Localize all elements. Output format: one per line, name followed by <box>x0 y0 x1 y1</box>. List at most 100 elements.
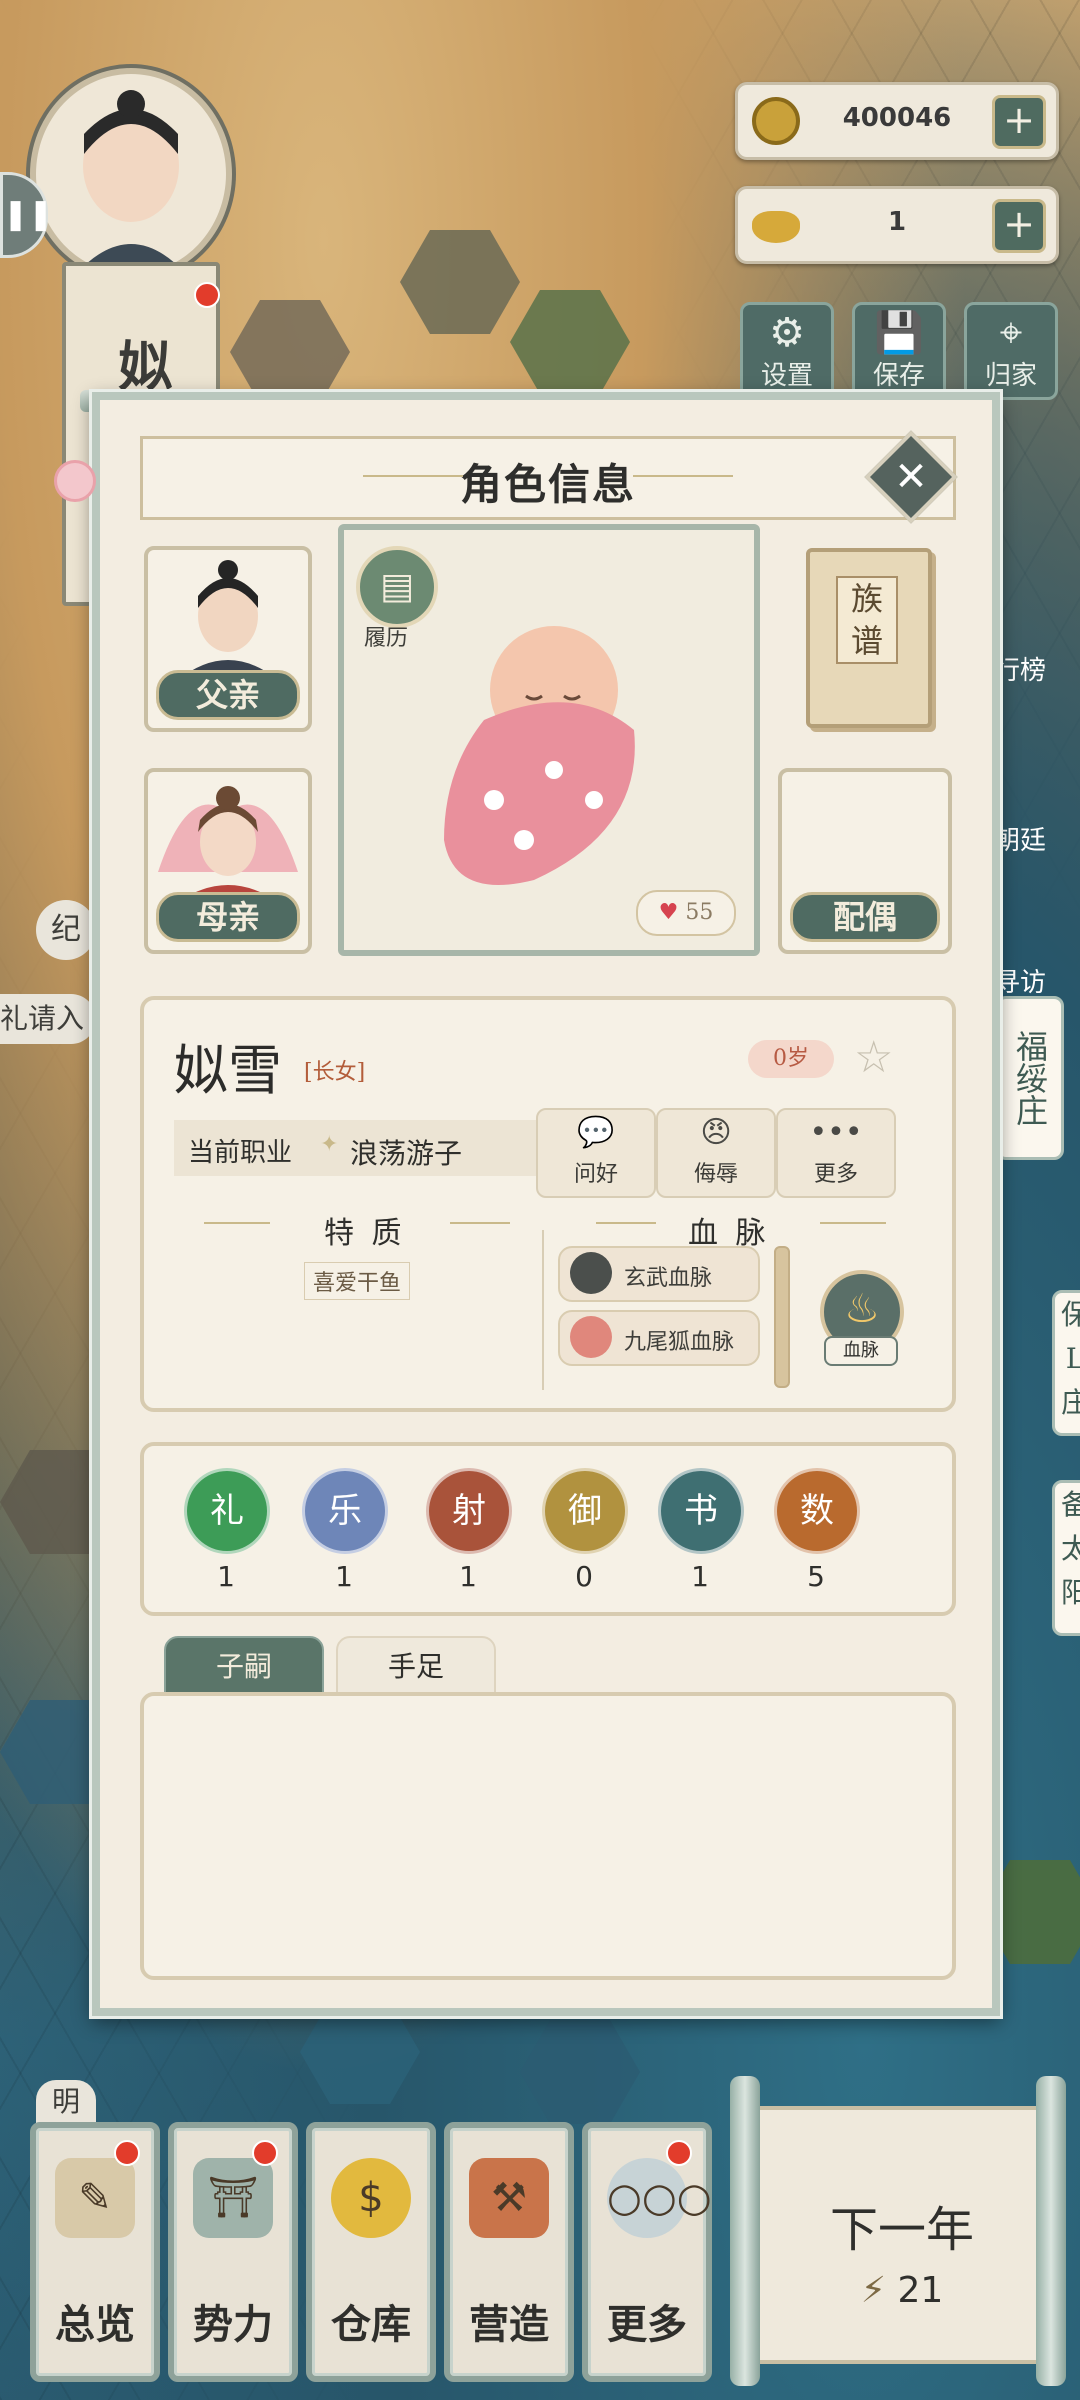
ornament-line <box>204 1222 270 1224</box>
affection-value: 55 <box>685 900 714 925</box>
coin-counter: 400046 + <box>735 82 1059 160</box>
greet-label: 问好 <box>573 1162 618 1187</box>
map-tile[interactable] <box>520 2020 640 2124</box>
location-pin-icon: ⌖ <box>999 310 1023 356</box>
more-actions-label: 更多 <box>813 1162 858 1187</box>
settings-button[interactable]: ⚙ 设置 <box>740 302 834 400</box>
invite-partial-button[interactable]: 礼请入 <box>0 994 96 1044</box>
ingot-value: 1 <box>887 207 907 237</box>
ingot-counter: 1 + <box>735 186 1059 264</box>
scroll-rod-left <box>730 2076 760 2386</box>
save-icon: 💾 <box>874 310 924 356</box>
notification-dot <box>194 282 220 308</box>
genealogy-book-button[interactable]: 族 谱 <box>806 548 932 728</box>
skill-calligraphy-value: 1 <box>691 1560 709 1593</box>
visit-label[interactable]: 寻访 <box>994 962 1046 999</box>
character-info-modal: 角色信息 ✕ 父亲 母亲 ▤ 履历 ♥ 55 族 谱 配偶 姒雪 [长女] 0岁… <box>54 392 1000 2016</box>
trait-tag[interactable]: 喜爱干鱼 <box>304 1262 411 1300</box>
next-year-paper: 下一年 ⚡ 21 <box>756 2106 1048 2364</box>
title-ornament-right <box>633 475 733 477</box>
skill-charioteering-icon: 御 <box>542 1468 628 1554</box>
map-tile[interactable] <box>510 290 630 394</box>
father-label: 父亲 <box>156 670 300 720</box>
ornament-line <box>450 1222 510 1224</box>
trowel-brick-icon: ⚒ <box>469 2158 549 2238</box>
nav-construction-button[interactable]: ⚒ 营造 <box>444 2122 574 2382</box>
skill-calligraphy[interactable]: 书 1 <box>658 1468 744 1593</box>
bloodline-button-label[interactable]: 血脉 <box>824 1336 898 1366</box>
skill-archery-value: 1 <box>459 1560 477 1593</box>
resume-label[interactable]: 履历 <box>364 620 408 652</box>
title-bar: 角色信息 <box>140 436 956 520</box>
nav-forces-label: 势力 <box>193 2301 273 2348</box>
save-button[interactable]: 💾 保存 <box>852 302 946 400</box>
nav-overview-button[interactable]: ✎ 总览 <box>30 2122 160 2382</box>
pause-button[interactable]: ❚❚ <box>0 172 53 258</box>
mother-card[interactable]: 母亲 <box>144 768 312 954</box>
ranking-label[interactable]: 行榜 <box>994 650 1046 687</box>
player-avatar[interactable] <box>30 68 232 280</box>
favorite-star-icon[interactable]: ☆ <box>854 1032 893 1083</box>
job-value: 浪荡游子 <box>350 1137 463 1170</box>
partial-side-button-1[interactable]: 保 L 庄 <box>1052 1290 1080 1436</box>
character-portrait-card: ▤ 履历 ♥ 55 <box>338 524 760 956</box>
gear-icon: ⚙ <box>769 310 805 356</box>
notification-dot <box>666 2140 692 2166</box>
mother-label: 母亲 <box>156 892 300 942</box>
skill-rites-icon: 礼 <box>184 1468 270 1554</box>
bloodline-scrollbar[interactable] <box>774 1246 790 1388</box>
save-label: 保存 <box>872 361 925 391</box>
character-rank: [长女] <box>304 1060 366 1085</box>
skill-rites[interactable]: 礼 1 <box>184 1468 270 1593</box>
add-ingots-button[interactable]: + <box>992 199 1046 253</box>
speech-bubble-icon: 💬 <box>577 1115 615 1150</box>
return-home-label: 归家 <box>984 361 1037 391</box>
black-tortoise-icon <box>570 1252 612 1294</box>
insult-button[interactable]: 😠 侮辱 <box>656 1108 776 1198</box>
notification-dot <box>114 2140 140 2166</box>
skill-charioteering[interactable]: 御 0 <box>542 1468 628 1593</box>
map-tile[interactable] <box>400 230 520 334</box>
coin-value: 400046 <box>842 103 952 133</box>
bloodline-item[interactable]: 玄武血脉 <box>558 1246 760 1302</box>
spouse-card[interactable]: 配偶 <box>778 768 952 954</box>
partial-side-button-2[interactable]: 备 太 阳 <box>1052 1480 1080 1636</box>
skill-mathematics[interactable]: 数 5 <box>774 1468 860 1593</box>
left-partial-tag-bottom[interactable]: 明 <box>36 2080 96 2124</box>
mother-portrait <box>158 786 298 902</box>
next-year-button[interactable]: 下一年 ⚡ 21 <box>730 2076 1066 2386</box>
father-card[interactable]: 父亲 <box>144 546 312 732</box>
skill-music[interactable]: 乐 1 <box>302 1468 388 1593</box>
nav-warehouse-button[interactable]: $ 仓库 <box>306 2122 436 2382</box>
skill-archery[interactable]: 射 1 <box>426 1468 512 1593</box>
add-coins-button[interactable]: + <box>992 95 1046 149</box>
ornament-line <box>820 1222 886 1224</box>
nav-forces-button[interactable]: ⛩ 势力 <box>168 2122 298 2382</box>
father-portrait <box>178 560 278 680</box>
greet-button[interactable]: 💬 问好 <box>536 1108 656 1198</box>
skill-mathematics-icon: 数 <box>774 1468 860 1554</box>
money-bag-icon: $ <box>331 2158 411 2238</box>
map-tile[interactable] <box>230 300 350 404</box>
tab-content-panel <box>140 1692 956 1980</box>
traits-header: 特 质 <box>324 1216 406 1251</box>
age-badge: 0岁 <box>748 1040 834 1078</box>
nav-more-button[interactable]: ○○○ 更多 <box>582 2122 712 2382</box>
nav-more-label: 更多 <box>607 2301 687 2348</box>
notification-dot <box>252 2140 278 2166</box>
tab-heirs[interactable]: 子嗣 <box>164 1636 324 1698</box>
nine-tailed-fox-icon <box>570 1316 612 1358</box>
nav-overview-label: 总览 <box>55 2301 135 2348</box>
next-year-label: 下一年 <box>829 2202 974 2258</box>
fuzhuang-button[interactable]: 福绥庄 <box>996 996 1064 1160</box>
more-actions-button[interactable]: ••• 更多 <box>776 1108 896 1198</box>
palace-icon: ⛩ <box>193 2158 273 2238</box>
job-label: 当前职业 <box>188 1138 293 1168</box>
bloodline-item[interactable]: 九尾狐血脉 <box>558 1310 760 1366</box>
court-label[interactable]: 朝廷 <box>994 820 1046 857</box>
heart-icon: ♥ <box>658 900 679 925</box>
left-partial-tag[interactable]: 纪 <box>36 900 96 960</box>
close-icon: ✕ <box>894 454 928 500</box>
return-home-button[interactable]: ⌖ 归家 <box>964 302 1058 400</box>
tab-siblings[interactable]: 手足 <box>336 1636 496 1698</box>
